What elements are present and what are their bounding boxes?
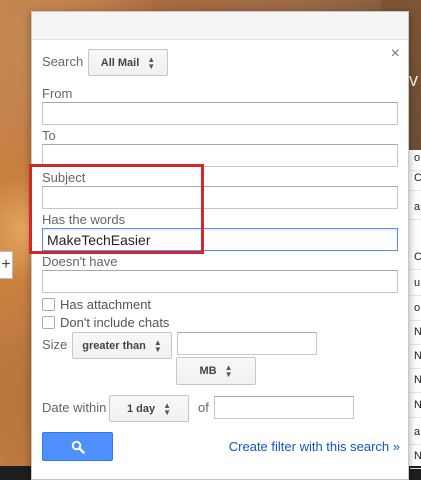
subject-label: Subject (42, 170, 86, 185)
close-icon[interactable]: × (391, 45, 400, 63)
has-attachment-label: Has attachment (60, 297, 152, 312)
inbox-row-fragment[interactable]: C (414, 172, 421, 184)
row-divider (410, 344, 421, 345)
inbox-row-fragment[interactable]: o (414, 302, 420, 314)
row-divider (410, 219, 421, 220)
row-divider (410, 190, 421, 191)
search-label: Search (42, 54, 84, 69)
from-label: From (42, 86, 73, 101)
inbox-row-fragment[interactable]: a (414, 426, 420, 438)
search-button[interactable] (42, 432, 113, 461)
row-divider (410, 468, 421, 469)
row-divider (410, 170, 421, 171)
inbox-row-fragment[interactable]: N (414, 450, 421, 462)
search-icon (71, 440, 85, 454)
size-value-field[interactable] (177, 332, 317, 355)
to-label: To (42, 128, 56, 143)
date-within-label: Date within (42, 400, 107, 415)
size-unit-value: MB (199, 365, 217, 377)
inbox-row-fragment[interactable]: N (414, 350, 421, 362)
size-operator-value: greater than (82, 339, 146, 352)
row-divider (410, 320, 421, 321)
inbox-row-fragment[interactable]: N (414, 399, 421, 411)
search-scope-select[interactable]: All Mail ▲ ▼ (88, 49, 168, 76)
has-the-words-label: Has the words (42, 212, 126, 227)
date-range-value: 1 day (126, 402, 156, 415)
row-divider (410, 392, 421, 393)
from-field[interactable] (42, 102, 398, 125)
row-divider (410, 295, 421, 296)
select-arrows-icon: ▲ ▼ (163, 400, 172, 417)
dont-include-chats-checkbox[interactable]: Don't include chats (42, 315, 169, 330)
create-filter-link[interactable]: Create filter with this search » (229, 439, 400, 454)
select-arrows-icon: ▲ ▼ (224, 363, 233, 379)
doesnt-have-label: Doesn't have (42, 254, 118, 269)
date-of-label: of (198, 400, 209, 415)
doesnt-have-field[interactable] (42, 270, 398, 293)
date-reference-field[interactable] (214, 396, 354, 419)
date-range-select[interactable]: 1 day ▲ ▼ (109, 395, 189, 422)
inbox-row-fragment[interactable]: N (414, 374, 421, 386)
advanced-search-dialog: × Search All Mail ▲ ▼ From To Subject Has… (31, 11, 409, 480)
checkbox-box-icon[interactable] (42, 316, 55, 329)
compose-plus-button[interactable]: + (0, 251, 13, 279)
row-divider (410, 444, 421, 445)
row-divider (410, 417, 421, 418)
subject-field[interactable] (42, 186, 398, 209)
checkbox-box-icon[interactable] (42, 298, 55, 311)
size-operator-select[interactable]: greater than ▲ ▼ (72, 332, 172, 359)
dont-include-chats-label: Don't include chats (60, 315, 170, 330)
to-field[interactable] (42, 144, 398, 167)
inbox-row-fragment[interactable]: N (414, 326, 421, 338)
has-attachment-checkbox[interactable]: Has attachment (42, 297, 151, 312)
inbox-row-fragment[interactable]: o (414, 152, 420, 164)
search-bar-strip (32, 12, 408, 40)
select-arrows-icon: ▲ ▼ (147, 54, 156, 71)
size-label: Size (42, 337, 68, 352)
row-divider (410, 368, 421, 369)
select-arrows-icon: ▲ ▼ (153, 337, 162, 354)
search-options-caret-icon: v (409, 70, 418, 90)
inbox-row-fragment[interactable]: u (414, 277, 420, 289)
has-the-words-field[interactable] (42, 228, 398, 251)
search-scope-value: All Mail (100, 56, 140, 69)
inbox-row-fragment[interactable]: C (414, 251, 421, 263)
row-divider (410, 269, 421, 270)
inbox-row-fragment[interactable]: a (414, 201, 420, 213)
size-unit-select[interactable]: MB ▲ ▼ (176, 357, 256, 385)
